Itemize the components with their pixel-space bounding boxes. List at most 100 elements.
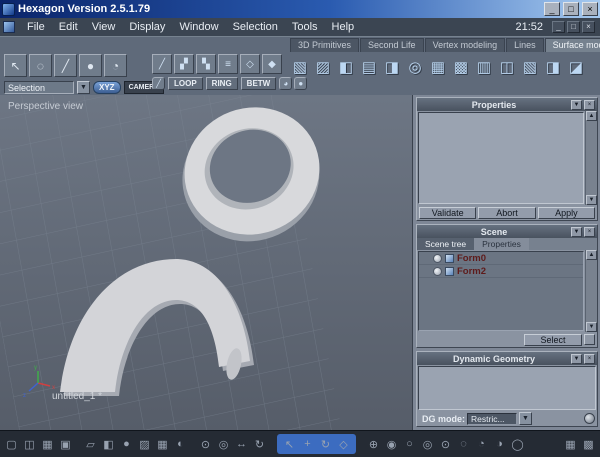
betw-button[interactable]: BETW bbox=[240, 77, 277, 90]
menu-window[interactable]: Window bbox=[172, 18, 225, 36]
menu-tools[interactable]: Tools bbox=[285, 18, 325, 36]
select-pointer-icon[interactable]: ↖ bbox=[4, 54, 27, 77]
sweep-icon[interactable]: ◨ bbox=[381, 53, 403, 81]
edge-pen-icon[interactable]: ╱ bbox=[152, 77, 165, 90]
ring-button[interactable]: RING bbox=[205, 77, 238, 90]
dg-close-icon[interactable]: × bbox=[584, 353, 595, 364]
ruled-surface-icon[interactable]: ▥ bbox=[473, 53, 495, 81]
menu-help[interactable]: Help bbox=[325, 18, 362, 36]
gordon-surface-icon[interactable]: ▩ bbox=[450, 53, 472, 81]
tab-second-life[interactable]: Second Life bbox=[360, 38, 424, 52]
scale-mode-icon[interactable]: ◇ bbox=[336, 436, 351, 452]
soft-select-icon[interactable]: ◌ bbox=[456, 436, 471, 452]
offset-surface-icon[interactable]: ▧ bbox=[519, 53, 541, 81]
abort-button[interactable]: Abort bbox=[478, 206, 536, 219]
scroll-down-icon[interactable]: ▼ bbox=[586, 195, 597, 205]
select-mode-icon[interactable]: ↖ bbox=[282, 436, 297, 452]
dg-mode-dropdown[interactable]: Restric... bbox=[467, 412, 518, 425]
selection-dropdown-arrow-icon[interactable]: ▼ bbox=[77, 81, 90, 94]
tab-surface-modeling[interactable]: Surface mod bbox=[544, 38, 600, 52]
extrude-surface-icon[interactable]: ▤ bbox=[358, 53, 380, 81]
flat-shading-icon[interactable]: ◧ bbox=[101, 436, 116, 452]
coons-surface-icon[interactable]: ▦ bbox=[427, 53, 449, 81]
viewport-canvas[interactable]: x y z Perspective view untitled_1 * bbox=[0, 95, 413, 430]
backface-icon[interactable]: ◐ bbox=[173, 436, 188, 452]
menu-display[interactable]: Display bbox=[122, 18, 172, 36]
xyz-manipulator-button[interactable]: XYZ bbox=[93, 81, 121, 94]
visibility-icon[interactable] bbox=[433, 266, 442, 276]
select-lasso-icon[interactable]: ◌ bbox=[29, 54, 52, 77]
snap-face-icon[interactable]: ◎ bbox=[420, 436, 435, 452]
quad-view-icon[interactable]: ▦ bbox=[40, 436, 55, 452]
select-button[interactable]: Select bbox=[524, 333, 582, 346]
dg-sphere-icon[interactable] bbox=[584, 413, 595, 424]
menu-edit[interactable]: Edit bbox=[52, 18, 85, 36]
apply-button[interactable]: Apply bbox=[537, 206, 595, 219]
properties-scrollbar[interactable]: ▲ ▼ bbox=[585, 111, 597, 205]
properties-close-icon[interactable]: × bbox=[584, 99, 595, 110]
scene-scrollbar[interactable]: ▲ ▼ bbox=[585, 250, 597, 332]
select-pen-icon[interactable]: ╱ bbox=[54, 54, 77, 77]
loop-button[interactable]: LOOP bbox=[168, 77, 203, 90]
symmetry-icon[interactable]: ◨ bbox=[542, 53, 564, 81]
scroll-down-icon[interactable]: ▼ bbox=[586, 322, 597, 332]
validate-button[interactable]: Validate bbox=[419, 206, 477, 219]
thickness-icon[interactable]: ▧ bbox=[289, 53, 311, 81]
panel-toggle-icon[interactable]: ▩ bbox=[581, 436, 596, 452]
menu-file[interactable]: File bbox=[20, 18, 52, 36]
tree-row-form0[interactable]: Form0 bbox=[419, 252, 583, 265]
axes-icon[interactable]: ◯ bbox=[510, 436, 525, 452]
move-mode-icon[interactable]: + bbox=[300, 436, 315, 452]
tab-scene-properties[interactable]: Properties bbox=[474, 238, 529, 250]
zoom-icon[interactable]: ◎ bbox=[216, 436, 231, 452]
menu-view[interactable]: View bbox=[85, 18, 123, 36]
between-tool-icon[interactable]: ≡ bbox=[218, 54, 238, 74]
measure-icon[interactable]: ◑ bbox=[492, 436, 507, 452]
single-view-icon[interactable]: ▢ bbox=[4, 436, 19, 452]
maximize-button[interactable]: □ bbox=[563, 2, 579, 16]
shrink-selection-icon[interactable]: ◆ bbox=[262, 54, 282, 74]
dual-view-icon[interactable]: ◫ bbox=[22, 436, 37, 452]
loft-icon[interactable]: ◫ bbox=[496, 53, 518, 81]
textured-icon[interactable]: ▨ bbox=[137, 436, 152, 452]
tab-lines[interactable]: Lines bbox=[506, 38, 544, 52]
smooth-shading-icon[interactable]: ● bbox=[119, 436, 134, 452]
snap-vertex-icon[interactable]: ◉ bbox=[384, 436, 399, 452]
smoothing-icon[interactable]: ▨ bbox=[312, 53, 334, 81]
magnet-icon[interactable]: ◔ bbox=[474, 436, 489, 452]
mdi-restore-button[interactable]: □ bbox=[567, 21, 580, 33]
mdi-close-button[interactable]: × bbox=[582, 21, 595, 33]
snap-edge-icon[interactable]: ○ bbox=[402, 436, 417, 452]
wireframe-icon[interactable]: ▱ bbox=[83, 436, 98, 452]
grid-toggle-icon[interactable]: ▦ bbox=[563, 436, 578, 452]
tree-row-form2[interactable]: Form2 bbox=[419, 265, 583, 278]
scroll-up-icon[interactable]: ▲ bbox=[586, 111, 597, 121]
close-button[interactable]: × bbox=[582, 2, 598, 16]
scroll-up-icon[interactable]: ▲ bbox=[586, 250, 597, 260]
lathe-icon[interactable]: ◎ bbox=[404, 53, 426, 81]
orbit-icon[interactable]: ↻ bbox=[252, 436, 267, 452]
bevel-icon[interactable]: ◧ bbox=[335, 53, 357, 81]
scene-close-icon[interactable]: × bbox=[584, 226, 595, 237]
tree-item-label[interactable]: Form0 bbox=[457, 253, 486, 264]
tab-scene-tree[interactable]: Scene tree bbox=[417, 238, 475, 250]
grow-selection-icon[interactable]: ◇ bbox=[240, 54, 260, 74]
dg-dropdown-arrow-icon[interactable]: ▼ bbox=[519, 412, 533, 425]
ring-tool-icon[interactable]: ▚ bbox=[196, 54, 216, 74]
dg-collapse-icon[interactable]: ▼ bbox=[571, 353, 582, 364]
full-view-icon[interactable]: ▣ bbox=[58, 436, 73, 452]
pan-icon[interactable]: ↔ bbox=[234, 436, 249, 452]
tree-item-label[interactable]: Form2 bbox=[457, 266, 486, 277]
select-sphere-icon[interactable]: ● bbox=[79, 54, 102, 77]
symmetry-aid-icon[interactable]: ⊙ bbox=[438, 436, 453, 452]
tab-vertex-modeling[interactable]: Vertex modeling bbox=[424, 38, 506, 52]
menu-selection[interactable]: Selection bbox=[226, 18, 285, 36]
mdi-minimize-button[interactable]: _ bbox=[552, 21, 565, 33]
orbit-camera-icon[interactable]: ◔ bbox=[104, 54, 127, 77]
scene-options-icon[interactable] bbox=[584, 334, 595, 345]
fit-scene-icon[interactable]: ⊙ bbox=[198, 436, 213, 452]
minimize-button[interactable]: _ bbox=[544, 2, 560, 16]
selection-mode-dropdown[interactable]: Selection bbox=[4, 81, 74, 94]
boolean-icon[interactable]: ◪ bbox=[565, 53, 587, 81]
scene-collapse-icon[interactable]: ▼ bbox=[571, 226, 582, 237]
